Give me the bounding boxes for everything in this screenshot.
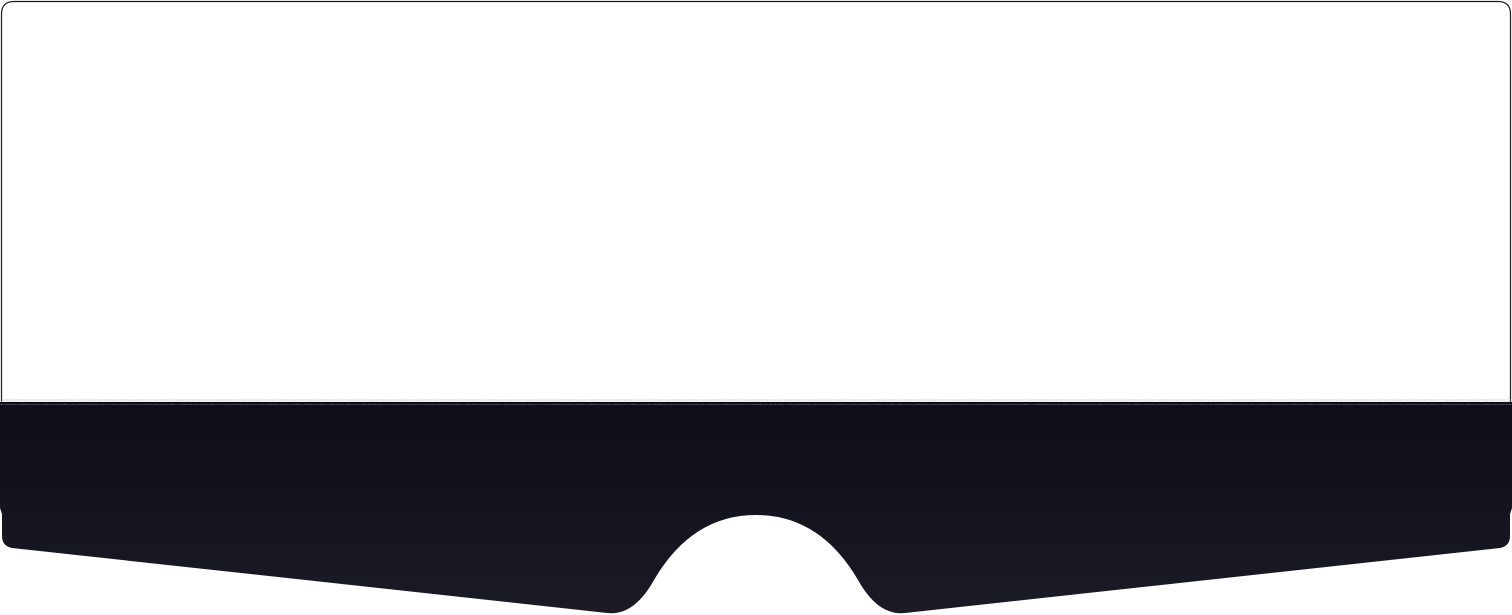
device-frame-graphic — [0, 0, 1512, 614]
bottom-bezel — [0, 403, 1512, 614]
device-frame — [0, 0, 1512, 615]
edge-line — [0, 402, 1512, 404]
